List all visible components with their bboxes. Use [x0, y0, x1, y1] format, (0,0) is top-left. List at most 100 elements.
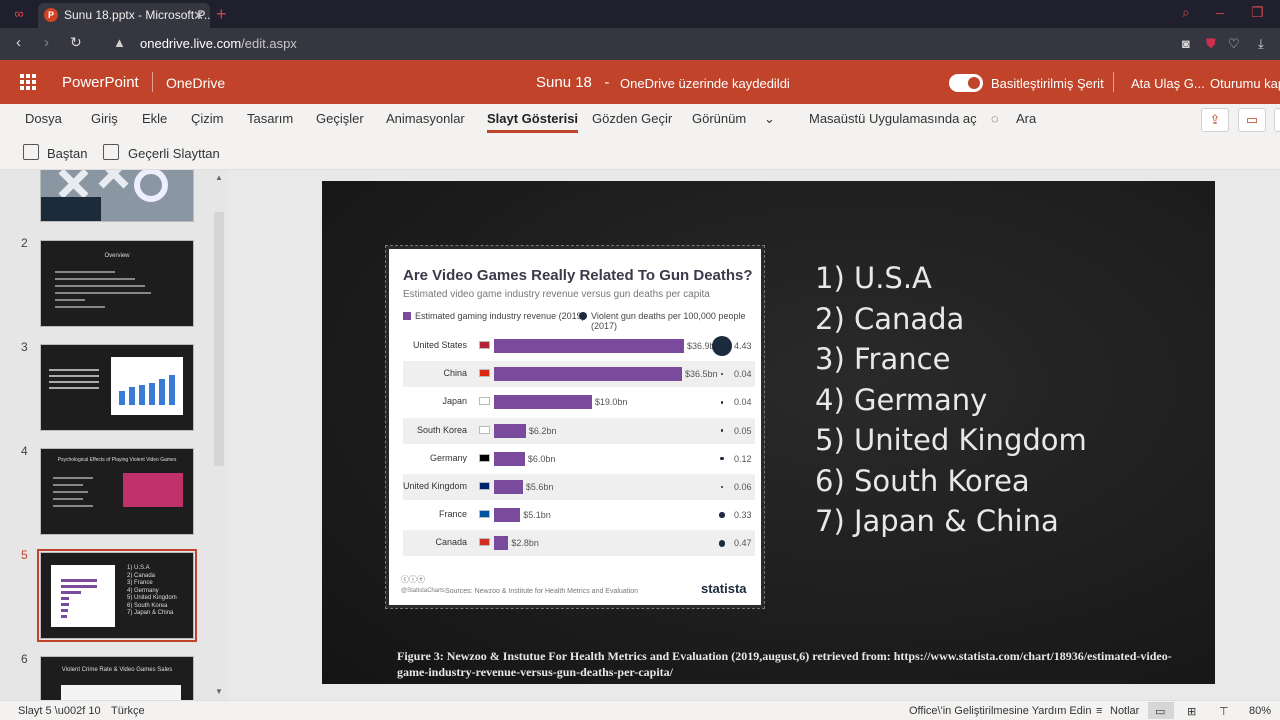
chart-subtitle: Estimated video game industry revenue ve…	[403, 289, 710, 300]
slide-sorter-icon[interactable]: ⊞	[1187, 705, 1196, 718]
tab-home[interactable]: Giriş	[91, 111, 118, 126]
slide-number: 2	[21, 236, 28, 250]
scroll-down-icon[interactable]: ▼	[212, 686, 226, 698]
search-ribbon-button[interactable]: Ara	[1016, 111, 1036, 126]
slide-number: 6	[21, 652, 28, 666]
browser-tab[interactable]: P Sunu 18.pptx - Microsoft P... ✕	[38, 3, 210, 28]
country-label: Japan	[442, 396, 467, 407]
powerpoint-icon: P	[44, 8, 58, 22]
reading-view-icon[interactable]: ⊤	[1219, 705, 1229, 718]
ranking-item: 2) Canada	[815, 301, 965, 336]
flag-icon	[479, 425, 490, 434]
country-label: China	[443, 368, 467, 379]
back-icon[interactable]: ‹	[16, 34, 21, 51]
chart-row: Canada $2.8bn 0.47	[403, 530, 755, 557]
zoom-level[interactable]: 80%	[1249, 705, 1271, 717]
slide-counter: Slayt 5 \u002f 10	[18, 705, 101, 717]
from-start-button[interactable]: Baştan	[47, 146, 87, 161]
camera-icon[interactable]: ◙	[1182, 36, 1190, 51]
share-icon[interactable]: ⇪	[1201, 108, 1229, 132]
thumbnail-list: 1) U.S.A 2) Canada 3) France 4) Germany …	[127, 565, 177, 618]
flag-icon	[479, 482, 490, 490]
forward-icon[interactable]: ›	[44, 34, 49, 51]
revenue-label: $5.1bn	[523, 510, 551, 521]
language-indicator[interactable]: Türkçe	[111, 705, 145, 717]
tab-file[interactable]: Dosya	[25, 111, 62, 126]
minimize-icon[interactable]: –	[1216, 4, 1224, 20]
tab-design[interactable]: Tasarım	[247, 111, 293, 126]
comments-icon[interactable]: ▭	[1238, 108, 1266, 132]
heart-icon[interactable]: ♡	[1228, 36, 1240, 52]
reload-icon[interactable]: ↻	[70, 34, 82, 51]
gun-deaths-label: 4.43	[734, 341, 752, 351]
tab-slideshow[interactable]: Slayt Gösterisi	[487, 111, 579, 133]
maximize-icon[interactable]: ❐	[1251, 4, 1264, 21]
slide-thumbnail-5[interactable]: 1) U.S.A 2) Canada 3) France 4) Germany …	[40, 552, 194, 639]
notes-button[interactable]: Notlar	[1110, 705, 1139, 717]
document-name[interactable]: Sunu 18 -	[536, 74, 609, 91]
thumbnail-title: Overview	[104, 253, 130, 259]
tab-animations[interactable]: Animasyonlar	[386, 111, 465, 126]
flag-icon	[479, 510, 490, 519]
open-desktop-app-button[interactable]: Masaüstü Uygulamasında aç	[809, 111, 977, 126]
thumbnail-list-item: 4) Germany	[127, 587, 159, 594]
revenue-bar	[494, 536, 509, 551]
slide-thumbnail-4[interactable]: Psychological Effects of Playing Violent…	[40, 448, 194, 535]
user-name[interactable]: Ata Ulaş G...	[1131, 76, 1205, 91]
revenue-label: $5.6bn	[525, 482, 554, 492]
gun-deaths-dot	[719, 512, 725, 518]
app-launcher-icon[interactable]	[20, 74, 36, 90]
more-tabs-chevron-icon[interactable]: ⌄	[764, 111, 775, 127]
thumbnail-list-item: 1) U.S.A	[127, 565, 150, 571]
app-name[interactable]: PowerPoint	[62, 74, 139, 91]
shield-icon[interactable]: ⛊	[1206, 36, 1216, 52]
scrollbar-thumb[interactable]	[214, 212, 224, 466]
slide-number-selected: 5	[21, 548, 28, 562]
gun-deaths-dot	[720, 429, 724, 432]
new-tab-icon[interactable]: +	[216, 3, 227, 25]
from-current-button[interactable]: Geçerli Slayttan	[128, 146, 220, 161]
slide-thumbnail-2[interactable]: Overview	[40, 240, 194, 327]
more-options-icon[interactable]	[1274, 108, 1280, 132]
sign-out-link[interactable]: Oturumu kap	[1210, 76, 1280, 91]
download-icon[interactable]: ⤓	[1258, 36, 1264, 52]
from-start-icon[interactable]	[23, 144, 39, 160]
search-icon[interactable]: ⌕	[1182, 4, 1190, 21]
tab-view[interactable]: Görünüm	[692, 111, 746, 126]
onedrive-link[interactable]: OneDrive	[166, 75, 225, 91]
figure-caption[interactable]: Figure 3: Newzoo & Instutue For Health M…	[397, 648, 1187, 680]
ranking-item: 4) Germany	[815, 382, 988, 417]
chart-title: Are Video Games Really Related To Gun De…	[403, 267, 753, 284]
warning-icon[interactable]: ▲	[113, 35, 126, 50]
browser-tabstrip: ∞ P Sunu 18.pptx - Microsoft P... ✕ + ⌕ …	[0, 0, 1280, 28]
tab-transitions[interactable]: Geçişler	[316, 111, 364, 126]
help-improve-link[interactable]: Office\'in Geliştirilmesine Yardım Edin	[909, 705, 1091, 717]
gun-deaths-dot	[720, 401, 724, 404]
tab-actions-icon[interactable]: ∞	[10, 6, 28, 22]
simplified-ribbon-toggle[interactable]	[949, 74, 983, 92]
ranking-list[interactable]: 1) U.S.A 2) Canada 3) France 4) Germany …	[815, 258, 1087, 542]
chart-image[interactable]: Are Video Games Really Related To Gun De…	[385, 245, 765, 609]
slide-thumbnail-pane: 2 Overview 3 4 Psychological Effects of …	[0, 170, 228, 700]
revenue-label: $2.8bn	[511, 538, 539, 549]
chart-row: Germany $6.0bn 0.12	[403, 446, 755, 472]
tab-draw[interactable]: Çizim	[191, 111, 224, 126]
slide-thumbnail-1[interactable]	[40, 170, 194, 222]
chart-handle: @StatistaCharts	[401, 588, 445, 594]
revenue-label: $6.2bn	[528, 425, 557, 436]
chart-row: China $36.5bn 0.04	[403, 361, 755, 388]
from-current-icon[interactable]	[103, 144, 119, 160]
lightbulb-icon[interactable]: ◌	[991, 111, 999, 126]
scroll-up-icon[interactable]: ▲	[212, 172, 226, 184]
slide-thumbnail-6[interactable]: Violent Crime Rate & Video Games Sales	[40, 656, 194, 700]
revenue-bar	[494, 423, 526, 438]
tab-insert[interactable]: Ekle	[142, 111, 167, 126]
close-tab-icon[interactable]: ✕	[193, 3, 204, 28]
thumbnail-list-item: 2) Canada	[127, 572, 156, 579]
tic-tac-toe-image	[41, 170, 193, 221]
tab-review[interactable]: Gözden Geçir	[592, 111, 672, 126]
slide-thumbnail-3[interactable]	[40, 344, 194, 431]
url-field[interactable]: onedrive.live.com/edit.aspx	[140, 36, 297, 51]
notes-icon[interactable]: ≡	[1096, 705, 1102, 717]
ranking-item: 5) United Kingdom	[815, 423, 1087, 457]
